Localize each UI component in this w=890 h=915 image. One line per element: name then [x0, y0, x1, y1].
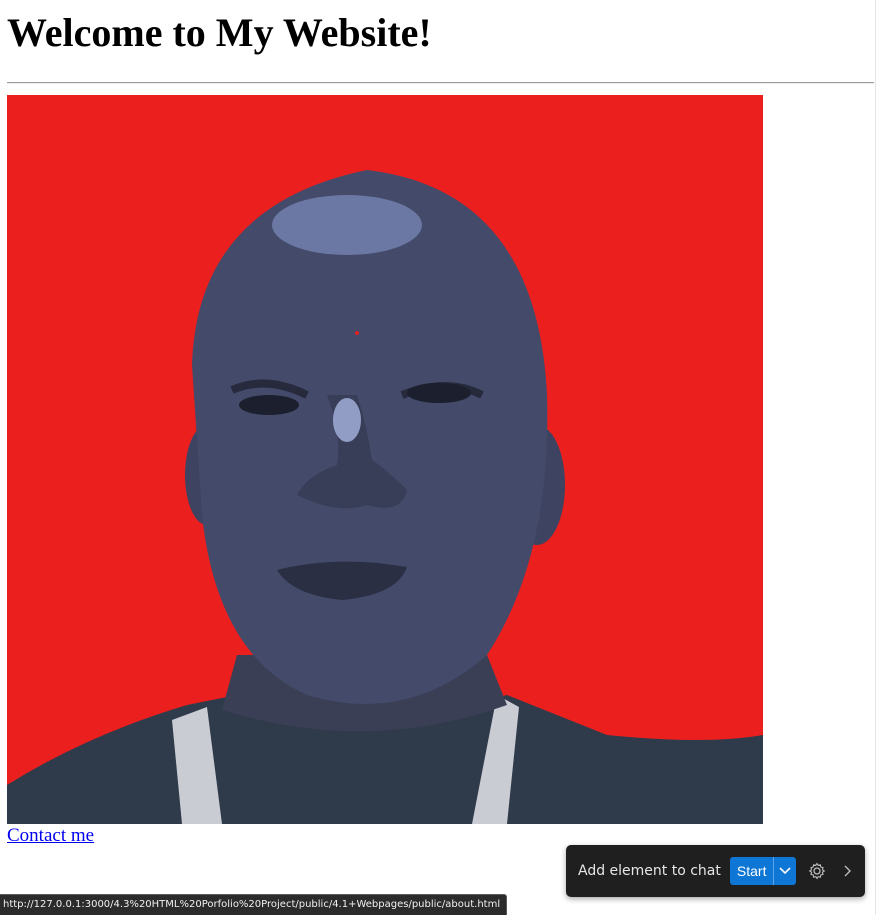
chevron-down-icon [779, 867, 792, 875]
profile-photo [7, 95, 763, 824]
start-dropdown-button[interactable] [773, 857, 797, 885]
scrollbar[interactable] [875, 0, 890, 915]
page-title: Welcome to My Website! [7, 10, 432, 55]
page-body: Welcome to My Website! Contact me [0, 0, 876, 915]
add-element-to-chat-toolbar: Add element to chat Start [566, 845, 865, 897]
status-url-tooltip: http://127.0.0.1:3000/4.3%20HTML%20Porfo… [0, 894, 508, 915]
start-button[interactable]: Start [729, 857, 774, 885]
start-split-button: Start [729, 857, 797, 885]
settings-button[interactable] [807, 861, 827, 881]
contact-link[interactable]: Contact me [7, 824, 94, 848]
chevron-right-icon [844, 865, 852, 877]
gear-icon [809, 862, 826, 880]
expand-button[interactable] [838, 861, 858, 881]
horizontal-divider [7, 82, 874, 84]
profile-photo-illustration [7, 95, 763, 824]
chat-toolbar-label: Add element to chat [578, 863, 721, 879]
